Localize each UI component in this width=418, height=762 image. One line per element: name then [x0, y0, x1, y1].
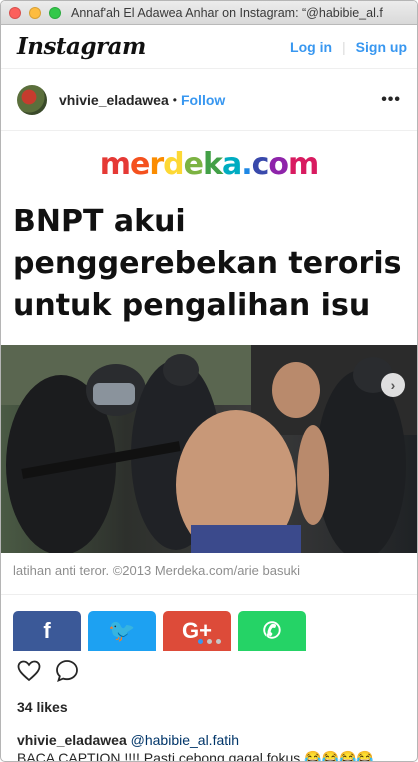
photo-illustration — [1, 345, 417, 553]
article-headline: BNPT akui penggerebekan teroris untuk pe… — [1, 197, 417, 345]
caption-username[interactable]: vhivie_eladawea — [17, 732, 127, 748]
login-link[interactable]: Log in — [290, 39, 332, 55]
maximize-window-button[interactable] — [49, 6, 61, 19]
minimize-window-button[interactable] — [29, 6, 41, 19]
carousel-dot[interactable] — [197, 639, 203, 644]
instagram-header: Instagram Log in | Sign up — [1, 25, 417, 69]
browser-window: Annaf'ah El Adawea Anhar on Instagram: “… — [0, 0, 418, 762]
headline-line: BNPT akui — [13, 204, 186, 239]
signup-link[interactable]: Sign up — [356, 39, 407, 55]
carousel-indicator — [1, 639, 417, 653]
instagram-logo[interactable]: Instagram — [17, 33, 146, 60]
headline-line: untuk pengalihan isu — [13, 288, 371, 323]
post-caption: vhivie_eladawea @habibie_al.fatih BACA C… — [1, 721, 417, 762]
comment-icon[interactable] — [55, 659, 79, 688]
carousel-dot[interactable] — [215, 639, 221, 644]
news-photo: › — [1, 345, 417, 553]
caption-mention[interactable]: @habibie_al.fatih — [131, 732, 239, 748]
auth-links: Log in | Sign up — [290, 39, 407, 55]
auth-separator: | — [342, 38, 346, 55]
headline-line: penggerebekan teroris — [13, 246, 402, 281]
post-media[interactable]: merdeka.com BNPT akui penggerebekan tero… — [1, 131, 417, 653]
photo-credit: latihan anti teror. ©2013 Merdeka.com/ar… — [1, 553, 417, 595]
separator-dot: • — [172, 92, 177, 107]
like-icon[interactable] — [17, 660, 41, 687]
carousel-next-button[interactable]: › — [381, 373, 405, 397]
caption-text: BACA CAPTION !!!! Pasti cebong gagal fok… — [17, 750, 374, 762]
more-options-icon[interactable]: ••• — [381, 91, 401, 109]
merdeka-logo: merdeka.com — [1, 131, 417, 197]
close-window-button[interactable] — [9, 6, 21, 19]
merdeka-wordmark: merdeka.com — [99, 146, 320, 182]
avatar[interactable] — [17, 84, 47, 115]
post-actions — [1, 653, 417, 693]
likes-count[interactable]: 34 likes — [1, 693, 417, 721]
title-bar: Annaf'ah El Adawea Anhar on Instagram: “… — [1, 1, 417, 25]
post-header: vhivie_eladawea • Follow ••• — [1, 69, 417, 131]
window-title: Annaf'ah El Adawea Anhar on Instagram: “… — [71, 5, 383, 20]
carousel-dot[interactable] — [206, 639, 212, 644]
follow-button[interactable]: Follow — [181, 92, 225, 108]
post-username[interactable]: vhivie_eladawea — [59, 92, 169, 108]
